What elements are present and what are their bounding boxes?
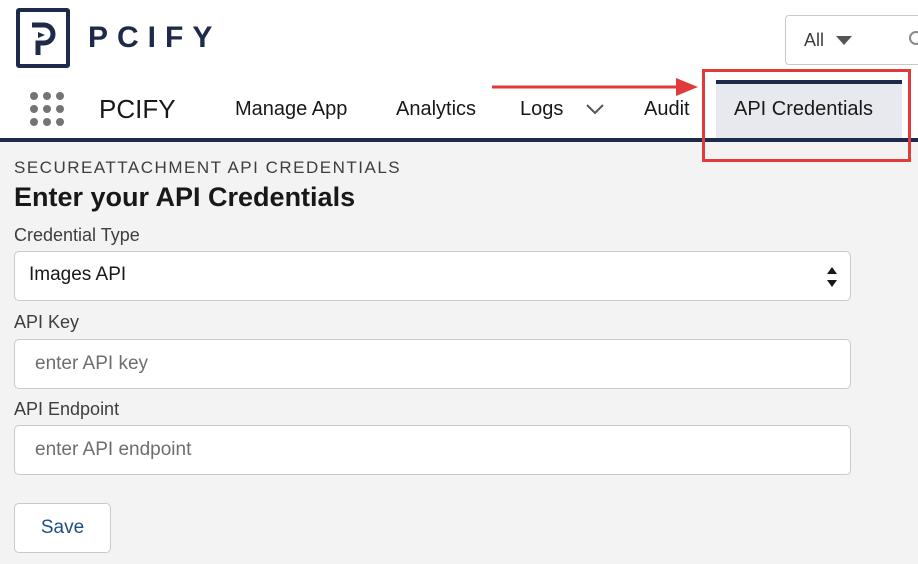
page-title: Enter your API Credentials xyxy=(14,182,356,212)
page-eyebrow: SECUREATTACHMENT API CREDENTIALS xyxy=(14,158,402,177)
search-icon xyxy=(909,31,918,45)
logo-text: PCIFY xyxy=(88,21,222,54)
search-input[interactable] xyxy=(876,15,918,65)
main-content: SECUREATTACHMENT API CREDENTIALS Enter y… xyxy=(14,158,854,553)
caret-down-icon xyxy=(836,35,853,45)
waffle-icon[interactable] xyxy=(30,92,66,128)
save-button[interactable]: Save xyxy=(14,503,111,553)
app-name: PCIFY xyxy=(99,94,176,124)
select-arrows-icon xyxy=(827,267,837,287)
credential-type-select[interactable]: Images API xyxy=(14,251,851,301)
annotation-arrow-icon xyxy=(492,78,698,96)
api-key-label: API Key xyxy=(14,312,80,332)
tab-audit[interactable]: Audit xyxy=(644,98,690,121)
tab-analytics[interactable]: Analytics xyxy=(396,98,476,121)
annotation-highlight-box xyxy=(702,69,911,162)
search-scope-label: All xyxy=(804,29,825,50)
api-key-input[interactable] xyxy=(14,339,851,389)
credential-type-label: Credential Type xyxy=(14,225,140,245)
api-endpoint-label: API Endpoint xyxy=(14,399,120,419)
search-scope-dropdown[interactable]: All xyxy=(785,15,877,65)
chevron-down-icon[interactable] xyxy=(585,103,605,115)
tab-manage-app[interactable]: Manage App xyxy=(235,98,347,121)
pcify-logo-icon xyxy=(16,8,70,68)
brand-logo[interactable]: PCIFY xyxy=(16,8,221,68)
tab-logs[interactable]: Logs xyxy=(520,98,563,121)
credential-type-value: Images API xyxy=(29,264,127,285)
api-endpoint-input[interactable] xyxy=(14,425,851,475)
